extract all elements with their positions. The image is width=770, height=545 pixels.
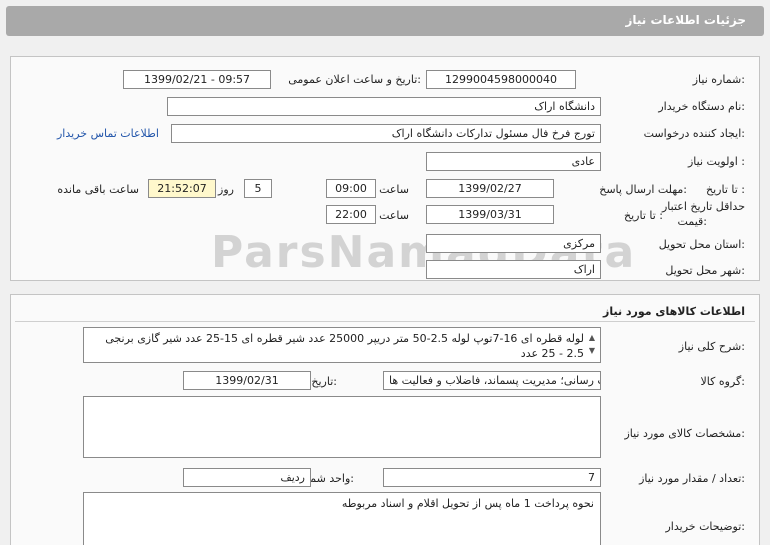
priority-label: اولویت نیاز : [687, 155, 745, 168]
validity-date: 1399/03/31 [426, 205, 554, 224]
remaining-time: 21:52:07 [148, 179, 216, 198]
requester-value: تورج فرخ فال مسئول تدارکات دانشگاه اراک [171, 124, 601, 143]
deadline-time: 09:00 [326, 179, 376, 198]
goods-section-title: اطلاعات کالاهای مورد نیاز [603, 305, 745, 318]
city-value: اراک [426, 260, 601, 279]
unit-value: ردیف [183, 468, 311, 487]
buyer-org-label: نام دستگاه خریدار: [658, 100, 745, 113]
requester-label: ایجاد کننده درخواست: [643, 127, 745, 140]
page-title: جزئیات اطلاعات نیاز [625, 13, 746, 27]
need-number-value: 1299004598000040 [426, 70, 576, 89]
announce-value: 1399/02/21 - 09:57 [123, 70, 271, 89]
need-date-value: 1399/02/31 [183, 371, 311, 390]
quantity-value: 7 [383, 468, 601, 487]
specs-value [83, 396, 601, 458]
need-info-panel: ParsNamadData شماره نیاز: 12990045980000… [10, 56, 760, 281]
section-divider [15, 321, 755, 322]
remaining-days: 5 [244, 179, 272, 198]
remaining-time-label: ساعت باقی مانده [57, 183, 139, 196]
deadline-label: مهلت ارسال پاسخ: [599, 183, 687, 196]
page-header: جزئیات اطلاعات نیاز [6, 6, 764, 36]
validity-label-line1: حداقل تاریخ اعتبار [661, 200, 745, 213]
buyer-org-value: دانشگاه اراک [167, 97, 601, 116]
deadline-date: 1399/02/27 [426, 179, 554, 198]
goods-group-value: آب رسانی؛ مدیریت پسماند، فاضلاب و فعالیت… [383, 371, 601, 390]
announce-label: تاریخ و ساعت اعلان عمومی: [288, 73, 421, 86]
need-number-label: شماره نیاز: [692, 73, 745, 86]
validity-time: 22:00 [326, 205, 376, 224]
validity-time-label: ساعت [379, 209, 409, 222]
province-label: استان محل تحویل: [658, 238, 745, 251]
summary-label: شرح کلی نیاز: [678, 340, 745, 353]
goods-group-label: گروه کالا: [700, 375, 745, 388]
deadline-to-date-label: تا تاریخ : [706, 183, 745, 196]
buyer-notes-value: نحوه پرداخت 1 ماه پس از تحویل اقلام و اس… [83, 492, 601, 545]
province-value: مرکزی [426, 234, 601, 253]
buyer-contact-link[interactable]: اطلاعات تماس خریدار [57, 127, 159, 140]
deadline-time-label: ساعت [379, 183, 409, 196]
summary-value: لوله قطره ای 16-7توپ لوله 2.5-50 متر دری… [83, 327, 601, 363]
quantity-label: تعداد / مقدار مورد نیاز: [639, 472, 745, 485]
buyer-notes-label: توضیحات خریدار: [665, 520, 746, 533]
summary-scroll-arrows[interactable]: ▲ ▼ [587, 331, 597, 357]
goods-panel: پایگاه اطلاع رسانی مناقصه و مزایده ۰۲۱-۸… [10, 294, 760, 545]
priority-value: عادی [426, 152, 601, 171]
validity-label-line2: قیمت: [677, 215, 707, 228]
city-label: شهر محل تحویل: [665, 264, 745, 277]
validity-to-date-label: تا تاریخ : [624, 209, 663, 222]
specs-label: مشخصات کالای مورد نیاز: [624, 427, 745, 440]
